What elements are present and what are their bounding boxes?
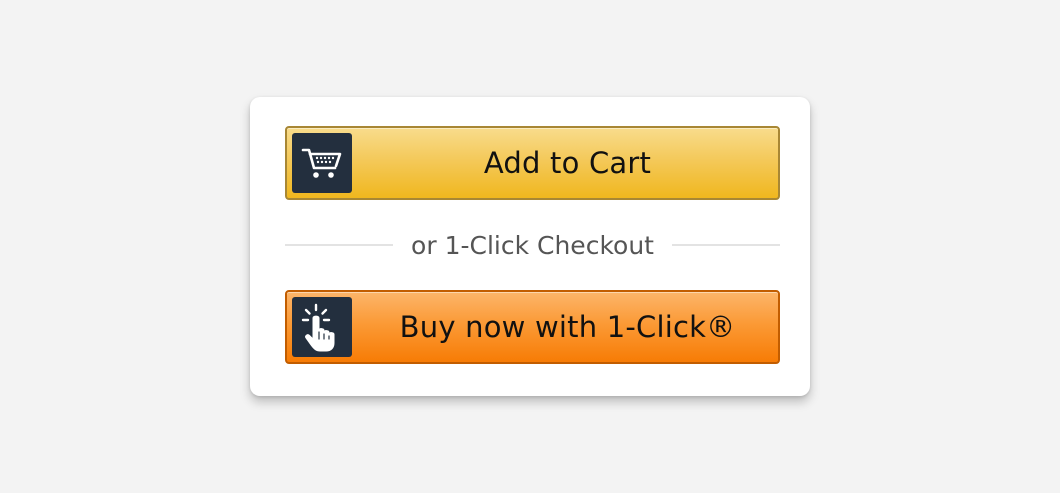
checkout-divider: or 1-Click Checkout [285,225,781,265]
divider-line-right [671,244,781,246]
buy-now-one-click-button[interactable]: Buy now with 1-Click® [285,290,780,364]
shopping-cart-icon [292,133,352,193]
add-to-cart-label: Add to Cart [483,146,652,180]
divider-line-left [285,244,394,246]
divider-text: or 1-Click Checkout [411,230,654,260]
add-to-cart-button[interactable]: Add to Cart [285,126,780,200]
pointing-hand-click-icon [292,297,352,357]
buy-now-label: Buy now with 1-Click® [399,310,736,344]
checkout-card: Add to Cart or 1-Click Checkout Buy now … [250,97,810,396]
